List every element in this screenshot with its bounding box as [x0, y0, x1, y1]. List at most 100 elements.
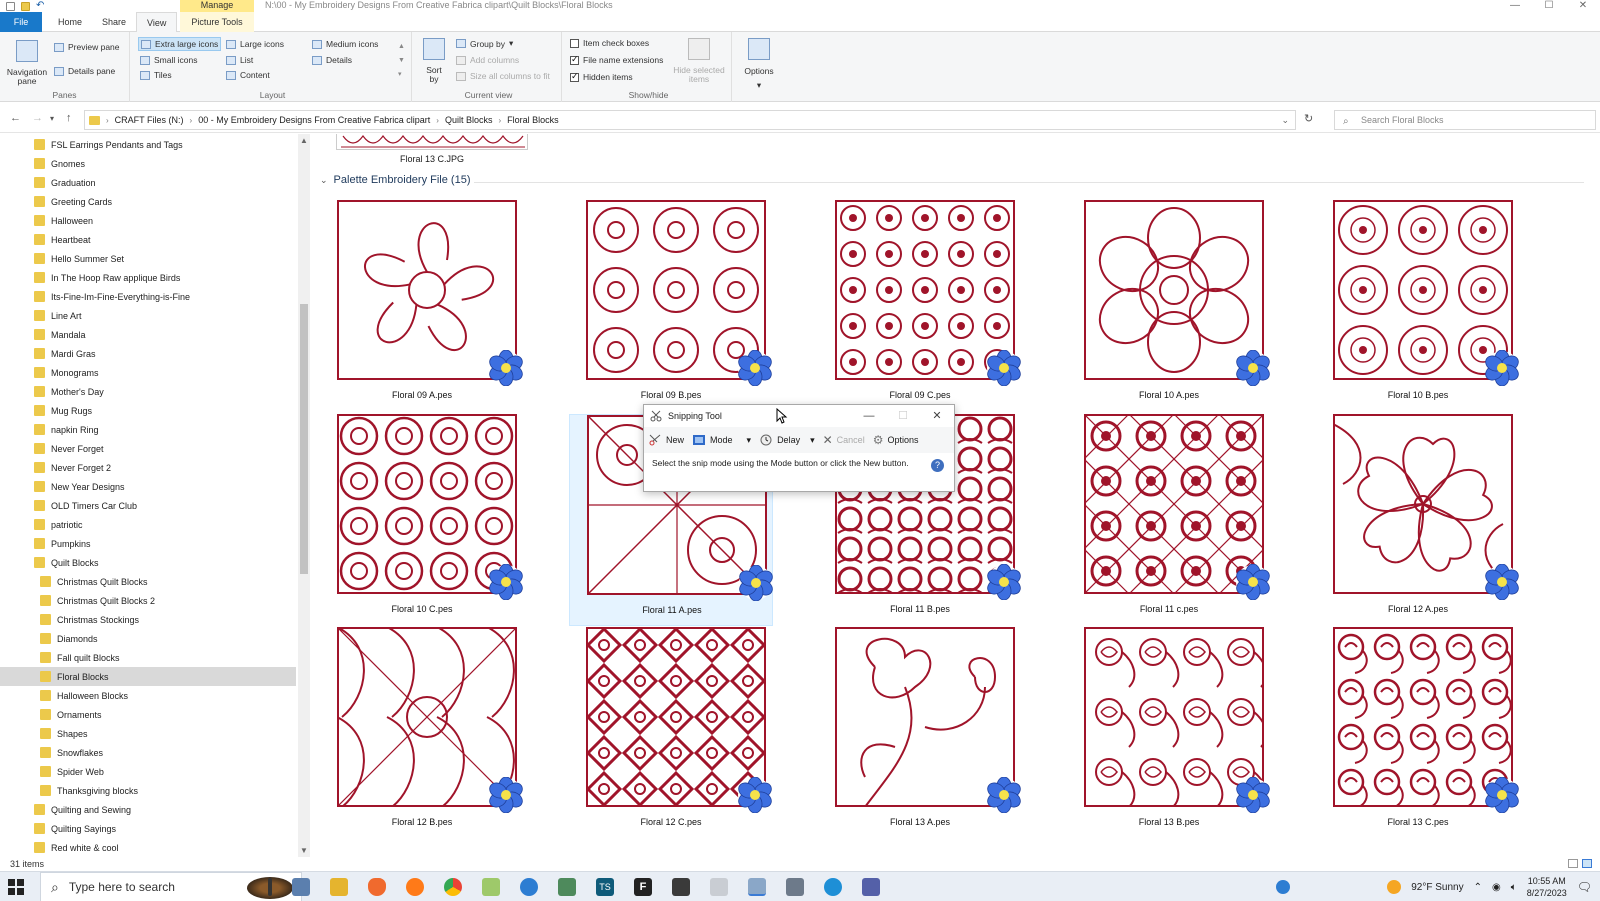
scroll-down-icon[interactable]: ▼: [300, 846, 308, 855]
group-header[interactable]: ⌄ Palette Embroidery File (15): [320, 174, 471, 186]
file-tile[interactable]: Floral 13 C.pes: [1316, 627, 1520, 839]
recent-locations-icon[interactable]: ▾: [50, 114, 54, 123]
list-button[interactable]: List: [226, 55, 253, 65]
chrome-icon[interactable]: [444, 878, 462, 896]
snip-cancel-button[interactable]: ✕ Cancel: [823, 433, 865, 447]
f-app-icon[interactable]: F: [634, 878, 652, 896]
snip-close-button[interactable]: ✕: [920, 405, 954, 427]
nav-folder-item[interactable]: Mug Rugs: [0, 401, 296, 420]
tab-view[interactable]: View: [136, 12, 178, 33]
nav-folder-item[interactable]: OLD Timers Car Club: [0, 496, 296, 515]
nav-folder-item[interactable]: Line Art: [0, 306, 296, 325]
nav-folder-item[interactable]: patriotic: [0, 515, 296, 534]
hide-selected-items-button[interactable]: Hide selected items: [672, 38, 726, 84]
forward-icon[interactable]: →: [32, 112, 43, 124]
firefox-icon[interactable]: [406, 878, 424, 896]
new-folder-icon[interactable]: [21, 1, 30, 11]
snip-delay-button[interactable]: Delay ▾: [759, 434, 815, 446]
image-app-icon[interactable]: [558, 878, 576, 896]
nav-folder-item[interactable]: New Year Designs: [0, 477, 296, 496]
group-by-button[interactable]: Group by ▾: [456, 38, 513, 49]
hidden-items-checkbox[interactable]: [570, 71, 579, 82]
brave-browser-icon[interactable]: [368, 878, 386, 896]
nav-folder-item[interactable]: Graduation: [0, 173, 296, 192]
weather-icon[interactable]: [1387, 880, 1402, 894]
tab-picture-tools[interactable]: Picture Tools: [180, 12, 254, 32]
manage-context-tab[interactable]: Manage: [180, 0, 254, 12]
nav-folder-item[interactable]: Floral Blocks: [0, 667, 296, 686]
nav-folder-item[interactable]: Shapes: [0, 724, 296, 743]
file-tile[interactable]: Floral 10 C.pes: [320, 414, 524, 626]
close-button[interactable]: ✕: [1566, 0, 1600, 11]
minimize-button[interactable]: —: [1498, 0, 1532, 11]
help-icon[interactable]: ?: [931, 459, 944, 472]
nav-folder-item[interactable]: Gnomes: [0, 154, 296, 173]
options-button[interactable]: Options ▾: [742, 38, 776, 91]
nav-folder-item[interactable]: Hello Summer Set: [0, 249, 296, 268]
nav-folder-item[interactable]: Heartbeat: [0, 230, 296, 249]
extra-large-icons-button[interactable]: Extra large icons: [138, 37, 222, 51]
nav-folder-item[interactable]: Quilt Blocks: [0, 553, 296, 572]
nav-folder-item[interactable]: Christmas Stockings: [0, 610, 296, 629]
layout-scroll[interactable]: ▲ ▼ ▾: [398, 40, 405, 82]
search-input[interactable]: ⌕ Search Floral Blocks: [1334, 110, 1596, 130]
file-tile[interactable]: Floral 13 B.pes: [1067, 627, 1271, 839]
address-bar[interactable]: › CRAFT Files (N:) › 00 - My Embroidery …: [84, 110, 1296, 130]
breadcrumb-quilt-blocks[interactable]: Quilt Blocks: [445, 115, 493, 125]
properties-icon[interactable]: [6, 1, 15, 11]
nav-folder-item[interactable]: Christmas Quilt Blocks: [0, 572, 296, 591]
back-icon[interactable]: ←: [10, 112, 21, 124]
notification-app-icon[interactable]: [1276, 880, 1290, 894]
file-tile[interactable]: Floral 11 c.pes: [1067, 414, 1271, 626]
snip-maximize-button[interactable]: ☐: [886, 405, 920, 427]
nav-folder-item[interactable]: Mandala: [0, 325, 296, 344]
small-icons-button[interactable]: Small icons: [140, 55, 197, 65]
calculator-icon[interactable]: [786, 878, 804, 896]
tab-home[interactable]: Home: [48, 12, 92, 32]
weather-text[interactable]: 92°F Sunny: [1411, 882, 1463, 893]
edge-icon[interactable]: [824, 878, 842, 896]
details-pane-button[interactable]: Details pane: [54, 66, 115, 76]
nav-folder-item[interactable]: Greeting Cards: [0, 192, 296, 211]
file-tile[interactable]: Floral 12 C.pes: [569, 627, 773, 839]
snipping-tool-taskbar-icon[interactable]: [748, 878, 766, 896]
undo-icon[interactable]: ↶: [36, 1, 44, 11]
item-check-boxes-checkbox[interactable]: [570, 38, 579, 48]
nav-folder-item[interactable]: In The Hoop Raw applique Birds: [0, 268, 296, 287]
snipping-tool-titlebar[interactable]: Snipping Tool — ☐ ✕: [644, 405, 954, 427]
ts-app-icon[interactable]: TS: [596, 878, 614, 896]
snip-mode-button[interactable]: Mode ▾: [692, 434, 751, 446]
nav-folder-item[interactable]: Mardi Gras: [0, 344, 296, 363]
file-tile[interactable]: Floral 13 A.pes: [818, 627, 1022, 839]
notes-app-icon[interactable]: [672, 878, 690, 896]
nav-folder-item[interactable]: Diamonds: [0, 629, 296, 648]
scroll-up-icon[interactable]: ▲: [300, 136, 308, 145]
nav-folder-item[interactable]: Snowflakes: [0, 743, 296, 762]
tiles-button[interactable]: Tiles: [140, 70, 172, 80]
volume-icon[interactable]: 🔈︎: [1511, 882, 1517, 893]
chevron-up-icon[interactable]: ⌃: [1474, 882, 1482, 893]
previous-file-thumbnail[interactable]: [336, 134, 528, 150]
file-tile[interactable]: Floral 09 C.pes: [818, 200, 1022, 412]
sort-by-button[interactable]: Sort by: [422, 38, 446, 84]
nav-folder-item[interactable]: Halloween Blocks: [0, 686, 296, 705]
scroll-thumb[interactable]: [300, 304, 308, 574]
embroidery-app-icon[interactable]: [482, 878, 500, 896]
previous-file-label[interactable]: Floral 13 C.JPG: [336, 154, 528, 164]
address-dropdown-icon[interactable]: ⌄: [1281, 115, 1289, 126]
clock[interactable]: 10:55 AM 8/27/2023: [1527, 875, 1567, 899]
tab-share[interactable]: Share: [92, 12, 136, 32]
snip-minimize-button[interactable]: —: [852, 405, 886, 427]
nav-folder-item[interactable]: Ornaments: [0, 705, 296, 724]
content-button[interactable]: Content: [226, 70, 270, 80]
nav-folder-item[interactable]: Spider Web: [0, 762, 296, 781]
nav-folder-item[interactable]: Its-Fine-Im-Fine-Everything-is-Fine: [0, 287, 296, 306]
hidden-items-toggle[interactable]: Hidden items: [570, 71, 633, 82]
tab-file[interactable]: File: [0, 12, 42, 32]
window-app-icon[interactable]: [710, 878, 728, 896]
nav-folder-item[interactable]: FSL Earrings Pendants and Tags: [0, 135, 296, 154]
settings-app-icon[interactable]: [520, 878, 538, 896]
nav-folder-item[interactable]: Mother's Day: [0, 382, 296, 401]
file-tile[interactable]: Floral 09 A.pes: [320, 200, 524, 412]
file-tile[interactable]: Floral 09 B.pes: [569, 200, 773, 412]
